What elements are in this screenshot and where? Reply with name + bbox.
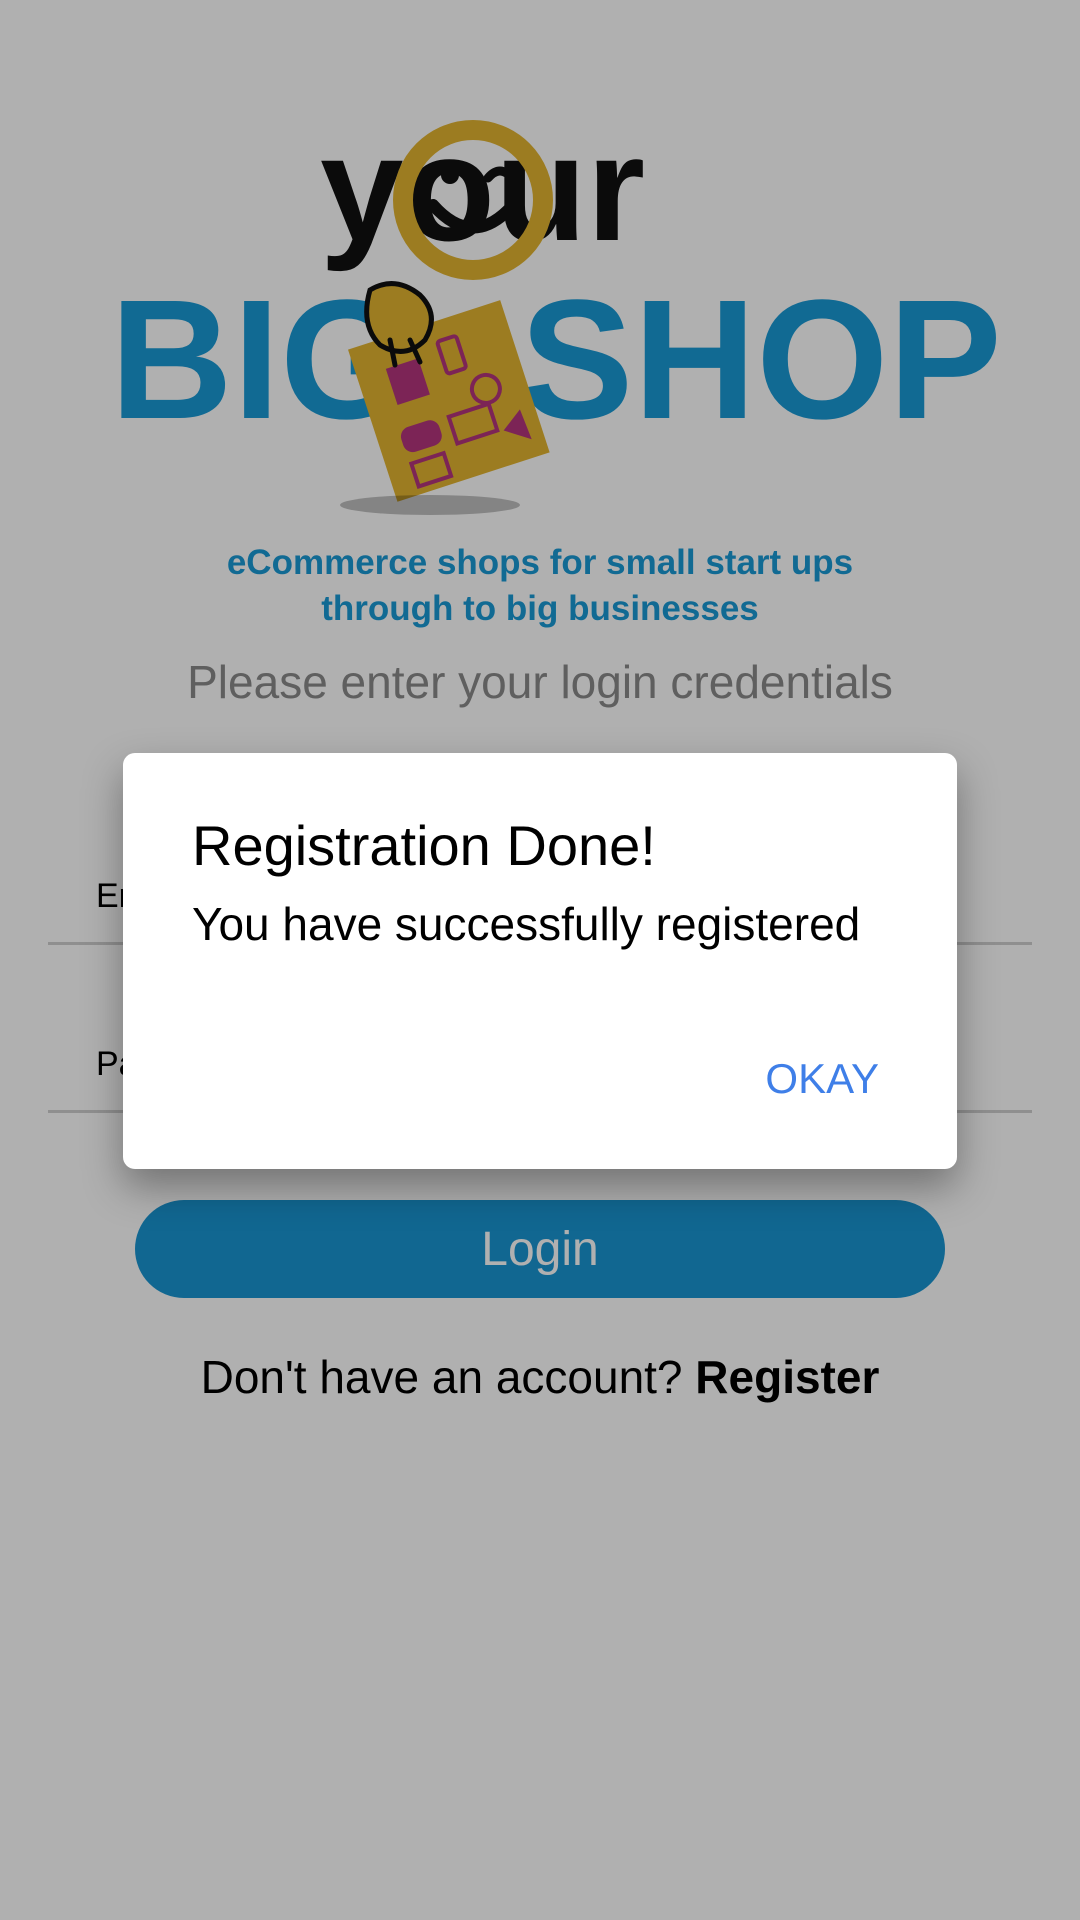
dialog-message: You have successfully registered bbox=[192, 898, 861, 950]
dialog-title: Registration Done! bbox=[192, 814, 656, 877]
okay-button[interactable]: OKAY bbox=[765, 1055, 879, 1103]
registration-dialog: Registration Done! You have successfully… bbox=[123, 753, 957, 1169]
